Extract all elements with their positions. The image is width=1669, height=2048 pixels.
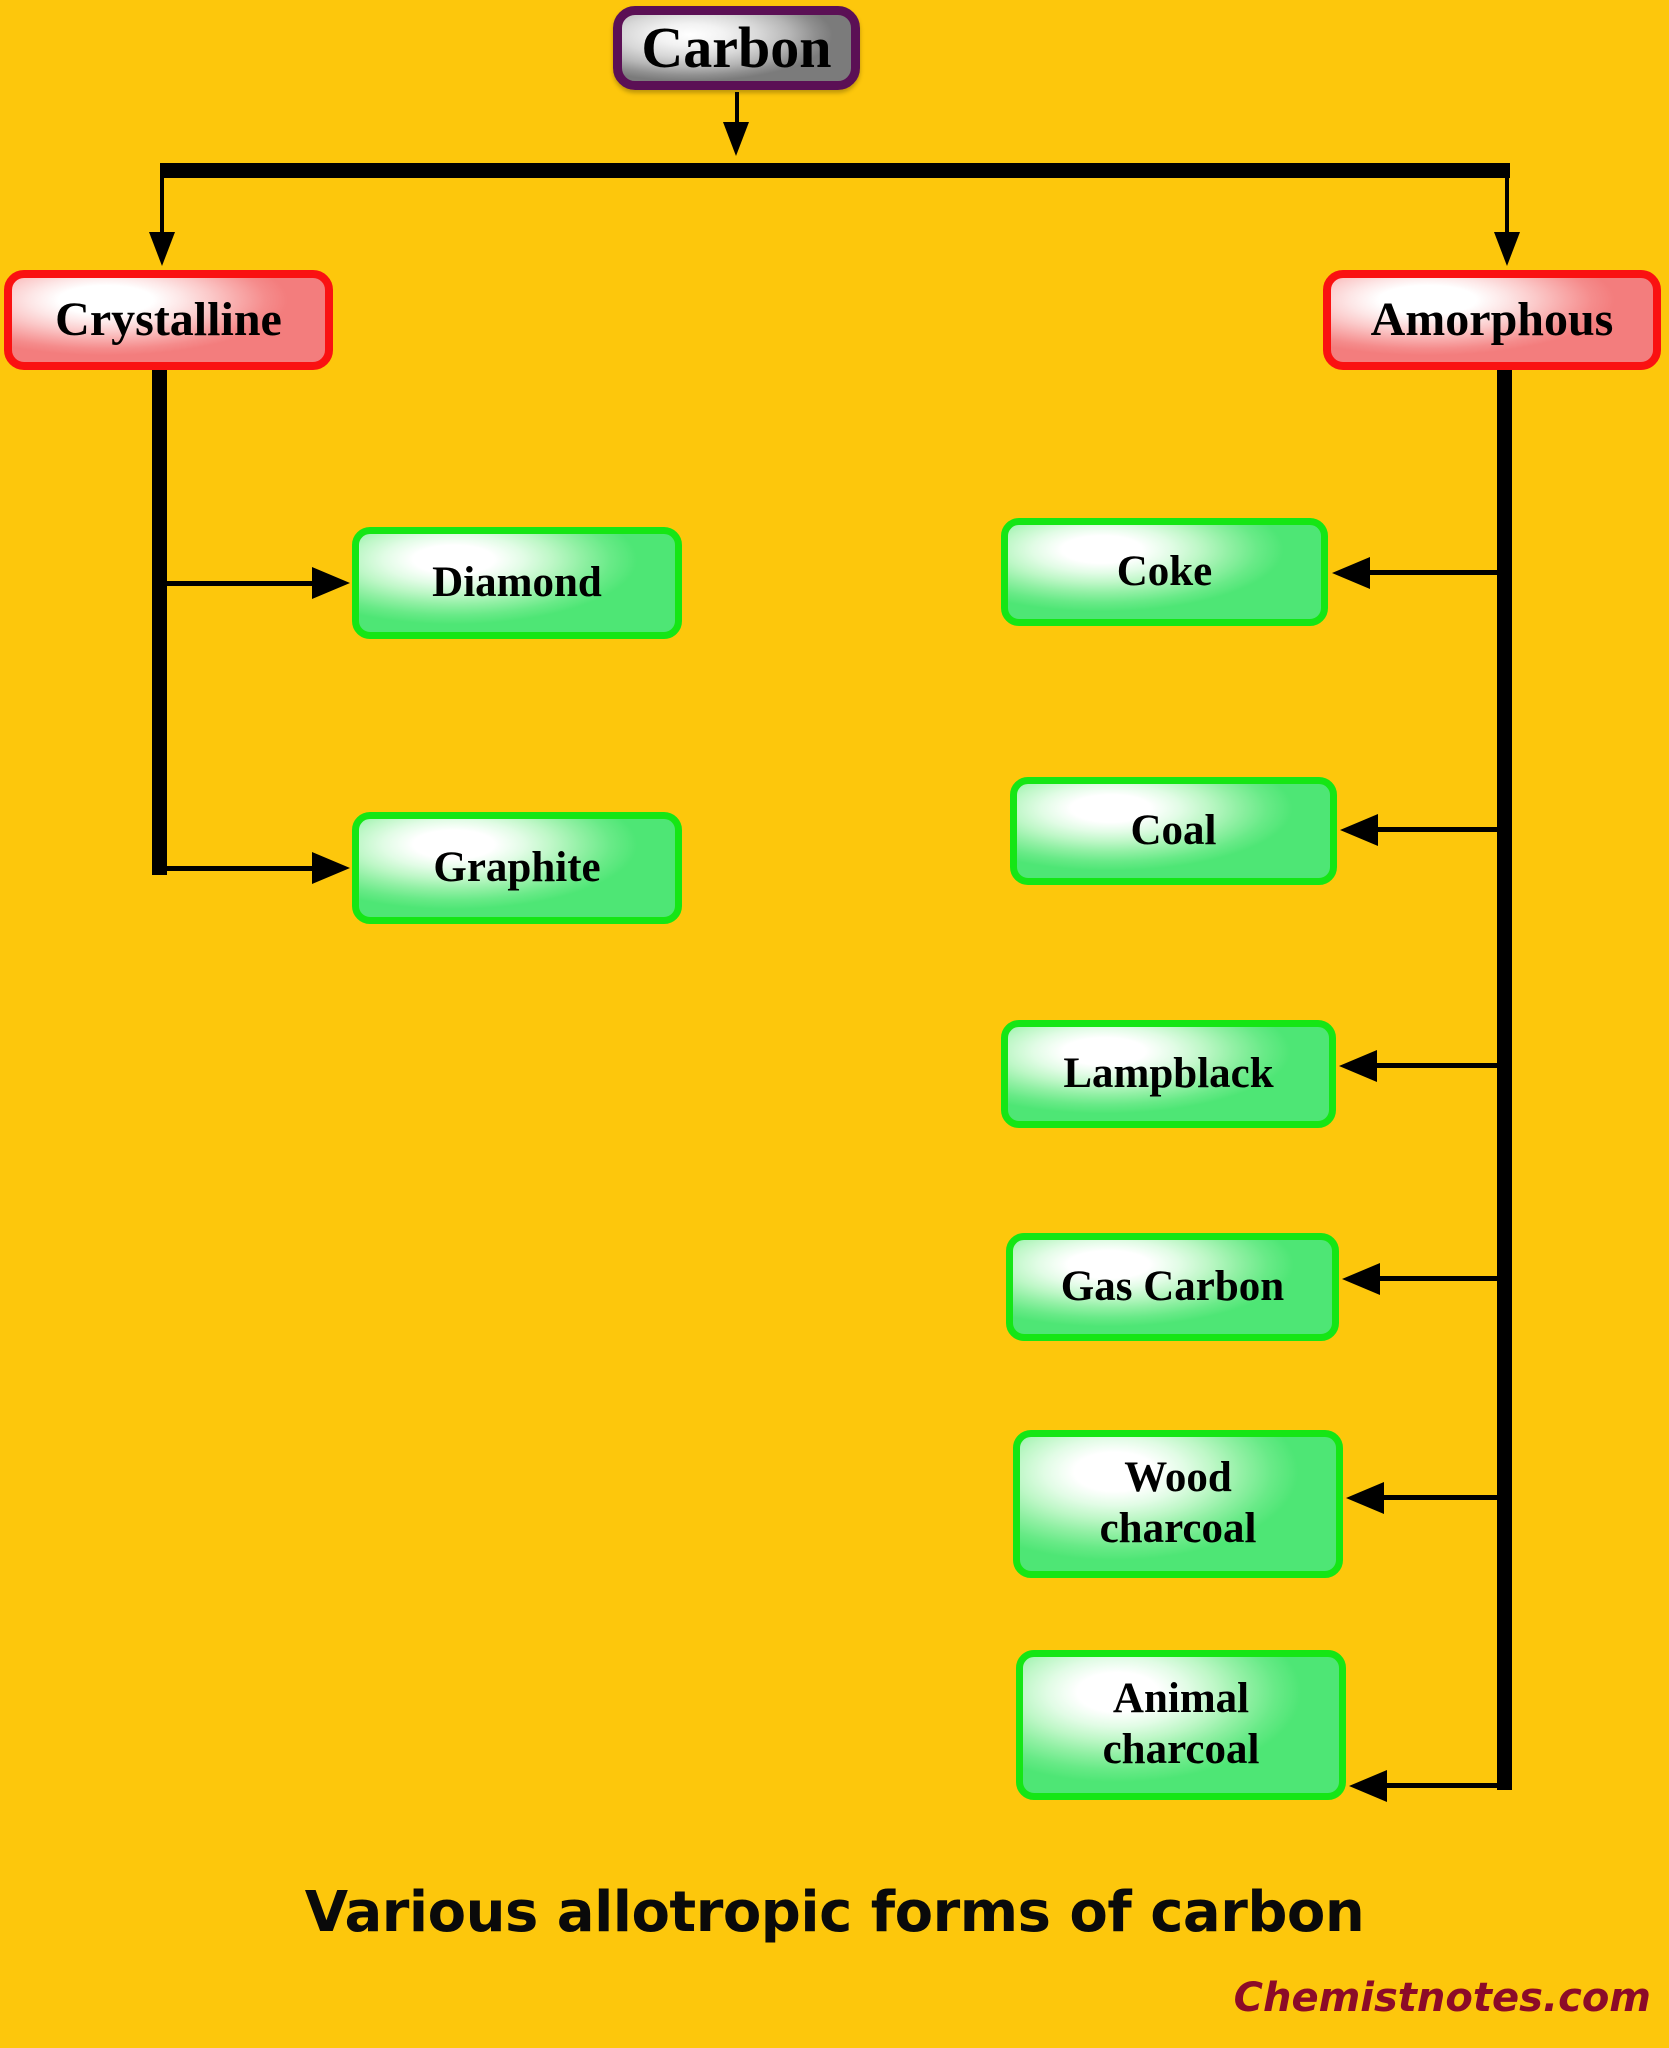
connector-bus-to-amorphous — [1505, 170, 1509, 238]
connector-bus-to-crystalline — [160, 170, 164, 238]
connector-to-graphite — [166, 866, 316, 871]
arrowhead-to-coke — [1332, 557, 1370, 589]
connector-to-diamond — [166, 581, 316, 586]
connector-top-bus — [160, 163, 1510, 178]
node-gas-carbon-label: Gas Carbon — [1060, 1263, 1285, 1311]
node-animal-charcoal-label-line2: charcoal — [1102, 1726, 1260, 1773]
connector-crystalline-trunk-foot — [152, 860, 167, 875]
node-diamond[interactable]: Diamond — [352, 527, 682, 639]
arrowhead-to-animal-charcoal — [1349, 1770, 1387, 1802]
arrowhead-to-crystalline — [149, 232, 175, 266]
diagram-caption: Various allotropic forms of carbon — [304, 1880, 1365, 1945]
watermark: Chemistnotes.com — [1233, 1975, 1651, 2021]
node-graphite-label: Graphite — [433, 844, 601, 892]
node-wood-charcoal[interactable]: Wood charcoal — [1013, 1430, 1343, 1578]
node-lampblack-label: Lampblack — [1063, 1050, 1274, 1098]
arrowhead-to-coal — [1340, 814, 1378, 846]
arrowhead-to-gas-carbon — [1342, 1263, 1380, 1295]
arrowhead-to-wood-charcoal — [1346, 1482, 1384, 1514]
node-diamond-label: Diamond — [432, 559, 602, 607]
node-graphite[interactable]: Graphite — [352, 812, 682, 924]
node-gas-carbon[interactable]: Gas Carbon — [1006, 1233, 1339, 1341]
node-wood-charcoal-label-line2: charcoal — [1099, 1505, 1257, 1552]
arrowhead-to-graphite — [312, 852, 350, 884]
node-carbon-label: Carbon — [641, 14, 832, 80]
node-animal-charcoal[interactable]: Animal charcoal — [1016, 1650, 1346, 1800]
diagram-canvas: Carbon Crystalline Amorphous Diamond Gra… — [0, 0, 1669, 2048]
connector-crystalline-trunk — [152, 370, 167, 875]
node-coal[interactable]: Coal — [1010, 777, 1337, 885]
node-coke-label: Coke — [1116, 548, 1213, 596]
node-crystalline[interactable]: Crystalline — [4, 270, 333, 370]
node-animal-charcoal-label-line1: Animal — [1112, 1675, 1250, 1723]
arrowhead-to-diamond — [312, 567, 350, 599]
node-crystalline-label: Crystalline — [55, 292, 282, 346]
node-amorphous-label: Amorphous — [1370, 292, 1614, 346]
arrowhead-to-lampblack — [1339, 1050, 1377, 1082]
node-coal-label: Coal — [1130, 807, 1217, 855]
node-wood-charcoal-label-line1: Wood — [1124, 1454, 1232, 1502]
node-amorphous[interactable]: Amorphous — [1323, 270, 1661, 370]
arrowhead-to-amorphous — [1494, 232, 1520, 266]
node-lampblack[interactable]: Lampblack — [1001, 1020, 1336, 1128]
node-carbon[interactable]: Carbon — [613, 6, 860, 90]
arrowhead-root-to-bus — [723, 122, 749, 156]
node-coke[interactable]: Coke — [1001, 518, 1328, 626]
connector-to-coke — [1348, 570, 1500, 575]
connector-amorphous-trunk — [1497, 370, 1512, 1790]
